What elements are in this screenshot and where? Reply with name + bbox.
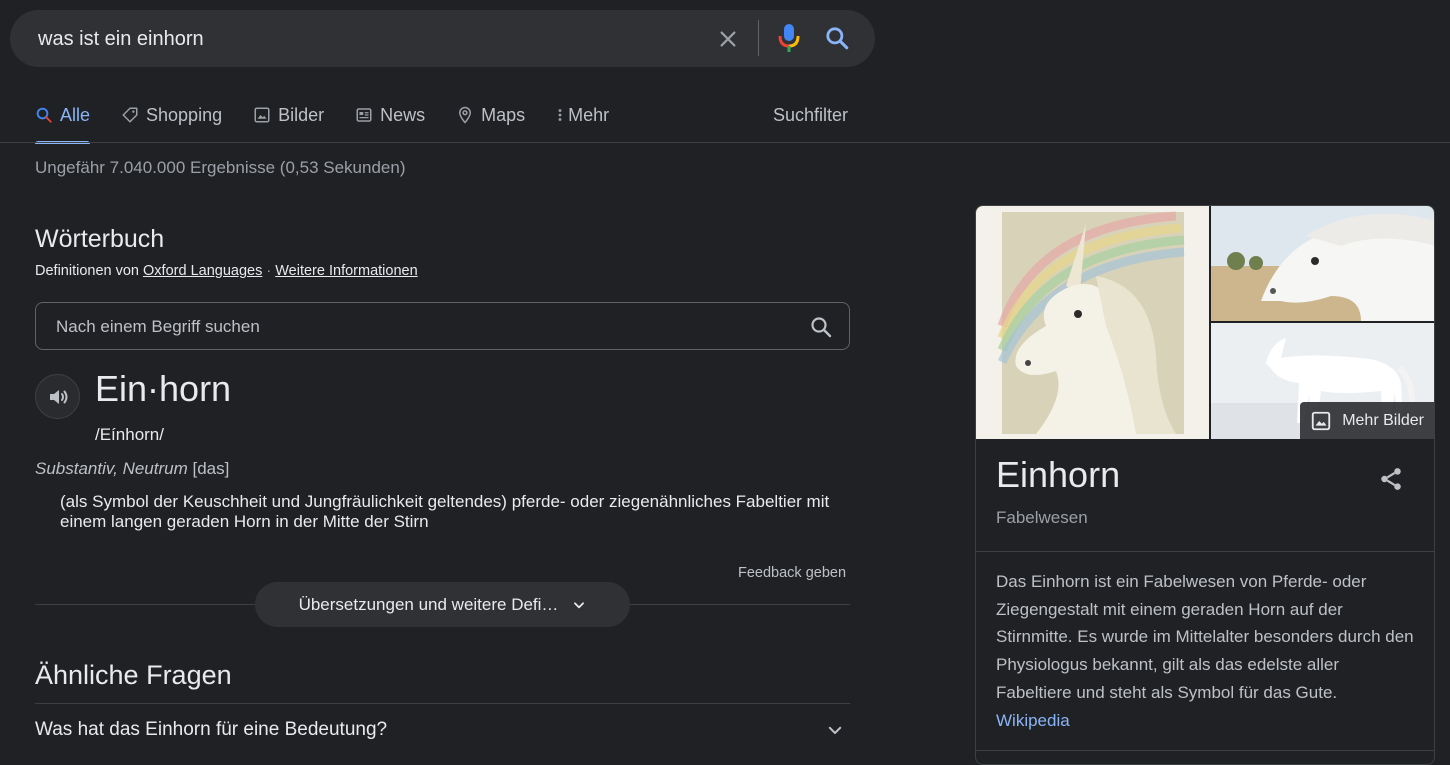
kp-description: Das Einhorn ist ein Fabelwesen von Pferd… [996, 568, 1416, 734]
faq-divider [35, 703, 850, 704]
tab-news[interactable]: News [355, 100, 425, 130]
share-button[interactable] [1376, 464, 1406, 494]
source-prefix: Definitionen von [35, 263, 139, 279]
faq-item[interactable]: Was hat das Einhorn für eine Bedeutung? [35, 706, 850, 754]
dictionary-search-box [35, 302, 850, 351]
more-definitions-button[interactable]: Übersetzungen und weitere Defi… [255, 582, 630, 627]
white-horse-head-image [1211, 206, 1434, 321]
kp-title: Einhorn [996, 454, 1121, 495]
knowledge-panel: Mehr Bilder Einhorn Fabelwesen Das Einho… [975, 205, 1435, 765]
kp-divider-bottom [976, 750, 1434, 751]
definition-text: (als Symbol der Keuschheit und Jungfräul… [60, 492, 830, 531]
dictionary-source: Definitionen von Oxford Languages · Weit… [35, 263, 418, 279]
search-icon [811, 317, 832, 338]
tab-alle[interactable]: Alle [35, 100, 91, 144]
tab-shopping[interactable]: Shopping [121, 100, 222, 130]
result-stats: Ungefähr 7.040.000 Ergebnisse (0,53 Seku… [35, 158, 406, 177]
search-submit-button[interactable] [820, 22, 854, 54]
chevron-down-icon [828, 726, 842, 734]
chevron-down-icon [574, 601, 585, 608]
more-info-link[interactable]: Weitere Informationen [275, 263, 417, 279]
tab-label: Bilder [278, 104, 325, 125]
image-icon [254, 107, 270, 123]
wikipedia-link[interactable]: Wikipedia [996, 711, 1070, 730]
search-icon [36, 107, 52, 123]
tab-mehr[interactable]: Mehr [556, 100, 609, 130]
search-filter-button[interactable]: Suchfilter [773, 105, 848, 126]
feedback-link[interactable]: Feedback geben [738, 565, 846, 581]
phonetic: /Eínhorn/ [95, 425, 164, 444]
microphone-icon [778, 24, 800, 52]
kp-divider [976, 551, 1434, 552]
tab-label: Shopping [146, 104, 223, 125]
kp-image-grid: Mehr Bilder [976, 206, 1434, 439]
tab-label: Alle [60, 104, 91, 125]
map-pin-icon [459, 106, 472, 124]
search-bar [10, 10, 875, 69]
pronunciation-button[interactable] [35, 374, 80, 419]
part-of-speech: Substantiv, Neutrum [das] [35, 459, 229, 479]
kp-subtitle: Fabelwesen [996, 508, 1088, 527]
dictionary-title: Wörterbuch [35, 225, 165, 253]
tab-label: Maps [481, 104, 526, 125]
voice-search-button[interactable] [774, 22, 804, 54]
search-icon [826, 27, 849, 50]
clear-search-button[interactable] [710, 24, 746, 54]
more-vert-icon [558, 109, 562, 121]
more-images-label: Mehr Bilder [1342, 411, 1424, 429]
search-divider [758, 20, 759, 56]
oxford-languages-link[interactable]: Oxford Languages [143, 263, 262, 279]
kp-description-text: Das Einhorn ist ein Fabelwesen von Pferd… [996, 572, 1414, 702]
close-icon [720, 31, 736, 47]
unicorn-image-main[interactable] [976, 206, 1209, 439]
unicorn-image-top-right[interactable] [1211, 206, 1434, 321]
news-icon [356, 108, 372, 122]
pos-label: Substantiv, Neutrum [35, 459, 188, 478]
tab-label: Mehr [568, 104, 610, 125]
faq-question: Was hat das Einhorn für eine Bedeutung? [35, 719, 388, 740]
tag-icon [122, 107, 138, 123]
dictionary-search-button[interactable] [807, 313, 835, 341]
gender-label: [das] [192, 459, 230, 478]
tab-maps[interactable]: Maps [456, 100, 525, 130]
share-icon [1381, 468, 1401, 490]
search-input[interactable] [36, 10, 700, 69]
related-questions-title: Ähnliche Fragen [35, 660, 232, 690]
more-definitions-label: Übersetzungen und weitere Defi… [298, 594, 559, 614]
source-separator: · [266, 263, 272, 279]
more-images-button[interactable]: Mehr Bilder [1300, 402, 1434, 439]
image-icon [1312, 411, 1331, 430]
dictionary-search-input[interactable] [54, 303, 758, 351]
tab-bilder[interactable]: Bilder [253, 100, 324, 130]
tabs-divider [0, 142, 1450, 143]
tab-label: News [380, 104, 426, 125]
speaker-icon [49, 389, 67, 404]
dictionary-word: Ein·horn [95, 368, 232, 409]
search-tabs: Alle Shopping Bilder News Maps Mehr [35, 100, 640, 144]
unicorn-painting-image [976, 206, 1209, 439]
